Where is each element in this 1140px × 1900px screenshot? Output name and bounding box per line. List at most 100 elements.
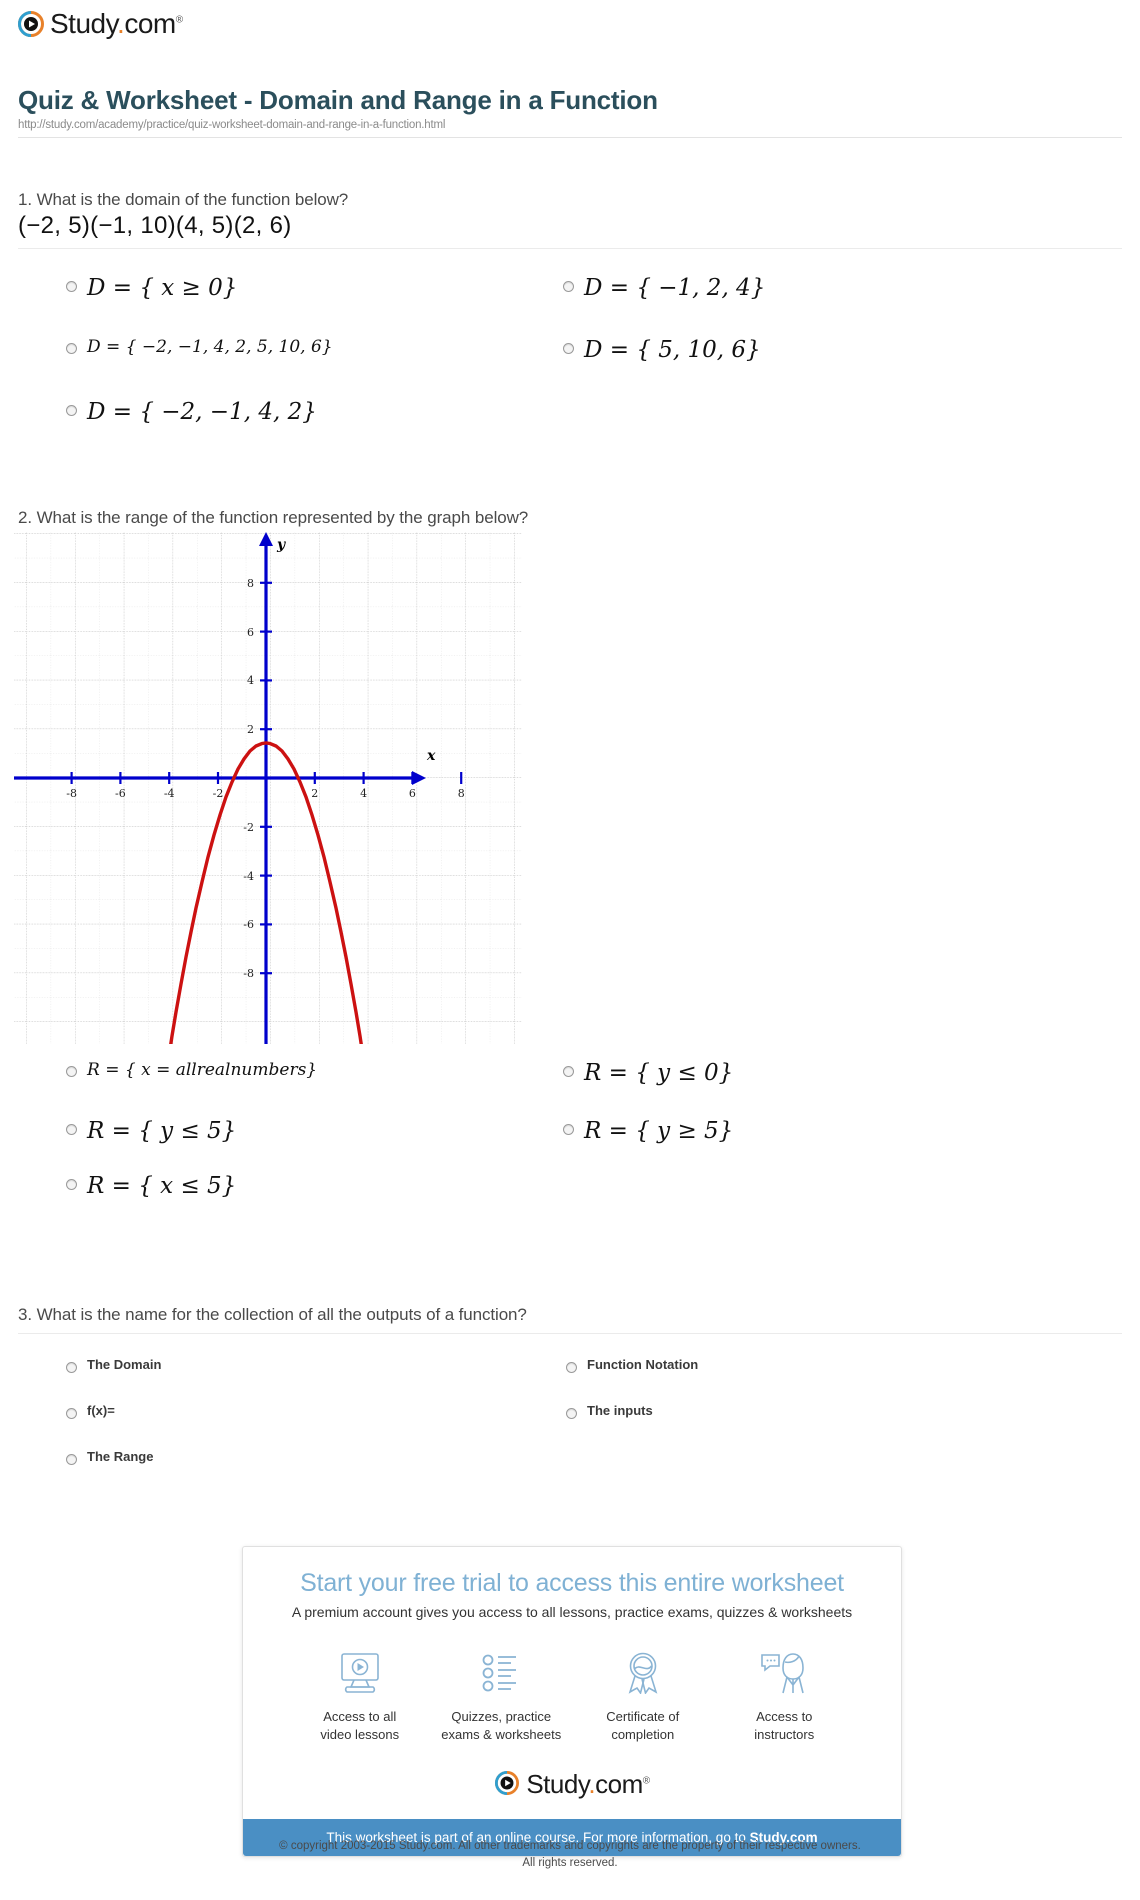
- radio-button-icon[interactable]: [566, 1408, 577, 1419]
- question-1-options: D = { x ≥ 0} D = { −2, −1, 4, 2, 5, 10, …: [18, 249, 1122, 444]
- question-3-option-2[interactable]: f(x)=: [66, 1402, 115, 1419]
- radio-button-icon[interactable]: [563, 1124, 574, 1135]
- question-2-option-3[interactable]: R = { x ≤ 5}: [66, 1173, 236, 1199]
- radio-button-icon[interactable]: [66, 405, 77, 416]
- question-1-option-1[interactable]: D = { x ≥ 0}: [66, 275, 237, 301]
- video-monitor-icon: [289, 1650, 431, 1696]
- copyright-footer: © copyright 2003-2015 Study.com. All oth…: [0, 1838, 1140, 1871]
- question-1: 1. What is the domain of the function be…: [18, 190, 1122, 444]
- option-label: R = { x = allrealnumbers}: [87, 1060, 318, 1080]
- question-3-prompt: 3. What is the name for the collection o…: [18, 1305, 527, 1324]
- option-label: The Range: [87, 1449, 154, 1464]
- xtick-label: -4: [164, 787, 175, 800]
- question-2-option-5[interactable]: R = { y ≥ 5}: [563, 1118, 733, 1144]
- instructor-chat-icon: [714, 1650, 856, 1696]
- ytick-label: -2: [243, 821, 254, 834]
- option-label: The inputs: [587, 1403, 653, 1418]
- question-2-option-1[interactable]: R = { x = allrealnumbers}: [66, 1060, 317, 1080]
- logo-suffix: com: [595, 1769, 643, 1800]
- xtick-label: 4: [360, 787, 367, 800]
- option-label: D = { x ≥ 0}: [87, 275, 238, 301]
- question-3-option-3[interactable]: The Range: [66, 1448, 153, 1465]
- question-1-option-3[interactable]: D = { −2, −1, 4, 2}: [66, 399, 317, 425]
- option-label: R = { y ≤ 0}: [584, 1060, 734, 1086]
- header-divider: [18, 137, 1122, 138]
- question-2: 2. What is the range of the function rep…: [18, 508, 1122, 528]
- ytick-label: 2: [247, 723, 254, 736]
- xtick-label: -8: [66, 787, 77, 800]
- question-3-option-4[interactable]: Function Notation: [566, 1356, 698, 1373]
- study-com-logo-promo[interactable]: Study.com®: [263, 1771, 881, 1797]
- radio-button-icon[interactable]: [566, 1362, 577, 1373]
- study-com-logo-header[interactable]: Study.com®: [18, 10, 183, 38]
- ytick-label: 6: [247, 626, 254, 639]
- copyright-line-2: All rights reserved.: [522, 1856, 618, 1869]
- option-label: D = { −2, −1, 4, 2, 5, 10, 6}: [87, 337, 333, 357]
- checklist-icon: [431, 1650, 573, 1696]
- radio-button-icon[interactable]: [66, 1179, 77, 1190]
- question-2-prompt: 2. What is the range of the function rep…: [18, 508, 529, 527]
- ytick-label: 4: [247, 674, 254, 687]
- radio-button-icon[interactable]: [66, 1454, 77, 1465]
- perk-quizzes: Quizzes, practice exams & worksheets: [431, 1650, 573, 1743]
- xtick-label: -6: [115, 787, 126, 800]
- perk-label: Access to all video lessons: [320, 1709, 400, 1742]
- radio-button-icon[interactable]: [66, 1066, 77, 1077]
- promo-heading: Start your free trial to access this ent…: [300, 1569, 844, 1597]
- x-axis-label: x: [426, 748, 436, 764]
- option-label: D = { 5, 10, 6}: [584, 337, 761, 363]
- ytick-label: -4: [243, 870, 254, 883]
- play-circle-icon: [494, 1771, 520, 1797]
- free-trial-promo-card: Start your free trial to access this ent…: [242, 1546, 902, 1858]
- option-label: f(x)=: [87, 1403, 115, 1418]
- graph-svg: -8 -6 -4 -2 2 4 6 8 8 6 4 2 -2 -4 -6 -8 …: [14, 532, 522, 1044]
- question-3-option-5[interactable]: The inputs: [566, 1402, 653, 1419]
- radio-button-icon[interactable]: [563, 1066, 574, 1077]
- promo-subheading: A premium account gives you access to al…: [291, 1604, 853, 1620]
- xtick-label: 6: [409, 787, 416, 800]
- question-3-options: The Domain f(x)= The Range Function Nota…: [18, 1334, 1122, 1474]
- ytick-label: -8: [243, 967, 254, 980]
- radio-button-icon[interactable]: [66, 281, 77, 292]
- radio-button-icon[interactable]: [66, 1408, 77, 1419]
- question-2-option-4[interactable]: R = { y ≤ 0}: [563, 1060, 733, 1086]
- question-2-options-block: R = { x = allrealnumbers} R = { y ≤ 5} R…: [18, 1040, 1122, 1240]
- radio-button-icon[interactable]: [563, 281, 574, 292]
- question-3: 3. What is the name for the collection o…: [18, 1305, 1122, 1474]
- perk-label: Quizzes, practice exams & worksheets: [441, 1709, 562, 1742]
- question-2-option-2[interactable]: R = { y ≤ 5}: [66, 1118, 236, 1144]
- option-label: Function Notation: [587, 1357, 699, 1372]
- question-3-option-1[interactable]: The Domain: [66, 1356, 161, 1373]
- option-label: R = { x ≤ 5}: [87, 1173, 237, 1199]
- logo-text: Study: [526, 1769, 589, 1800]
- option-label: R = { y ≤ 5}: [87, 1118, 237, 1144]
- y-axis-label: y: [276, 537, 286, 553]
- xtick-label: -2: [213, 787, 224, 800]
- play-circle-icon: [18, 11, 44, 37]
- xtick-label: 8: [458, 787, 465, 800]
- perk-label: Certificate of completion: [606, 1709, 680, 1742]
- question-1-option-2[interactable]: D = { −2, −1, 4, 2, 5, 10, 6}: [66, 337, 333, 357]
- logo-wordmark: Study.com®: [50, 10, 183, 38]
- logo-text: Study: [50, 8, 118, 39]
- logo-wordmark: Study.com®: [526, 1769, 650, 1800]
- parabola-graph: -8 -6 -4 -2 2 4 6 8 8 6 4 2 -2 -4 -6 -8 …: [14, 532, 522, 1044]
- ytick-label: 8: [247, 577, 254, 590]
- logo-trademark: ®: [175, 14, 183, 26]
- page-title: Quiz & Worksheet - Domain and Range in a…: [18, 85, 658, 115]
- radio-button-icon[interactable]: [66, 1362, 77, 1373]
- perk-instructors: Access to instructors: [714, 1650, 856, 1743]
- radio-button-icon[interactable]: [66, 343, 77, 354]
- option-label: R = { y ≥ 5}: [584, 1118, 734, 1144]
- perk-video-lessons: Access to all video lessons: [289, 1650, 431, 1743]
- logo-suffix: com: [124, 8, 176, 39]
- logo-trademark: ®: [642, 1775, 650, 1787]
- option-label: D = { −2, −1, 4, 2}: [87, 399, 317, 425]
- ytick-label: -6: [243, 918, 254, 931]
- question-1-option-4[interactable]: D = { −1, 2, 4}: [563, 275, 765, 301]
- radio-button-icon[interactable]: [66, 1124, 77, 1135]
- page-url: http://study.com/academy/practice/quiz-w…: [18, 119, 446, 131]
- document-header: Quiz & Worksheet - Domain and Range in a…: [18, 85, 1122, 131]
- question-1-option-5[interactable]: D = { 5, 10, 6}: [563, 337, 761, 363]
- radio-button-icon[interactable]: [563, 343, 574, 354]
